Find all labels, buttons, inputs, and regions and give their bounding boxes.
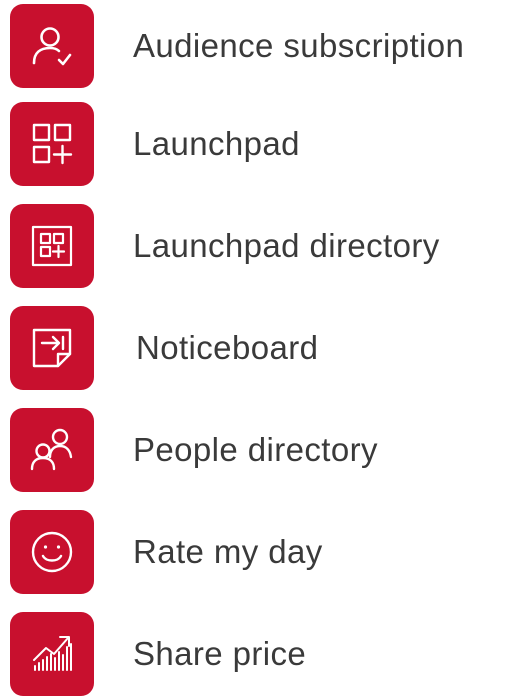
item-label: Launchpad (133, 125, 300, 162)
item-icon-tile (10, 612, 94, 696)
list-item-launchpad-directory[interactable]: Launchpad directory (10, 204, 500, 288)
item-label: People directory (133, 431, 378, 468)
item-label: Launchpad directory (133, 227, 440, 264)
item-icon-tile (10, 306, 94, 390)
list-item-launchpad[interactable]: Launchpad (10, 102, 500, 186)
item-icon-tile (10, 102, 94, 186)
list-item-rate-my-day[interactable]: Rate my day (10, 510, 500, 594)
rising-chart-icon (33, 636, 72, 671)
item-icon-tile (10, 204, 94, 288)
item-icon-tile (10, 4, 94, 88)
grid-plus-icon (32, 123, 73, 165)
item-label: Noticeboard (136, 329, 319, 366)
list-item-audience-subscription[interactable]: Audience subscription (10, 4, 500, 88)
people-icon (30, 428, 73, 471)
list-item-people-directory[interactable]: People directory (10, 408, 500, 492)
item-icon-tile (10, 408, 94, 492)
smiley-icon (31, 531, 73, 573)
list-item-share-price[interactable]: Share price (10, 612, 500, 696)
item-label: Share price (133, 635, 307, 672)
user-check-icon (32, 27, 72, 66)
item-icon-tile (10, 510, 94, 594)
item-label: Rate my day (133, 533, 323, 570)
list-item-noticeboard[interactable]: Noticeboard (10, 306, 500, 390)
noticeboard-icon (32, 328, 72, 368)
item-label: Audience subscription (133, 27, 465, 64)
framed-grid-plus-icon (31, 225, 73, 267)
